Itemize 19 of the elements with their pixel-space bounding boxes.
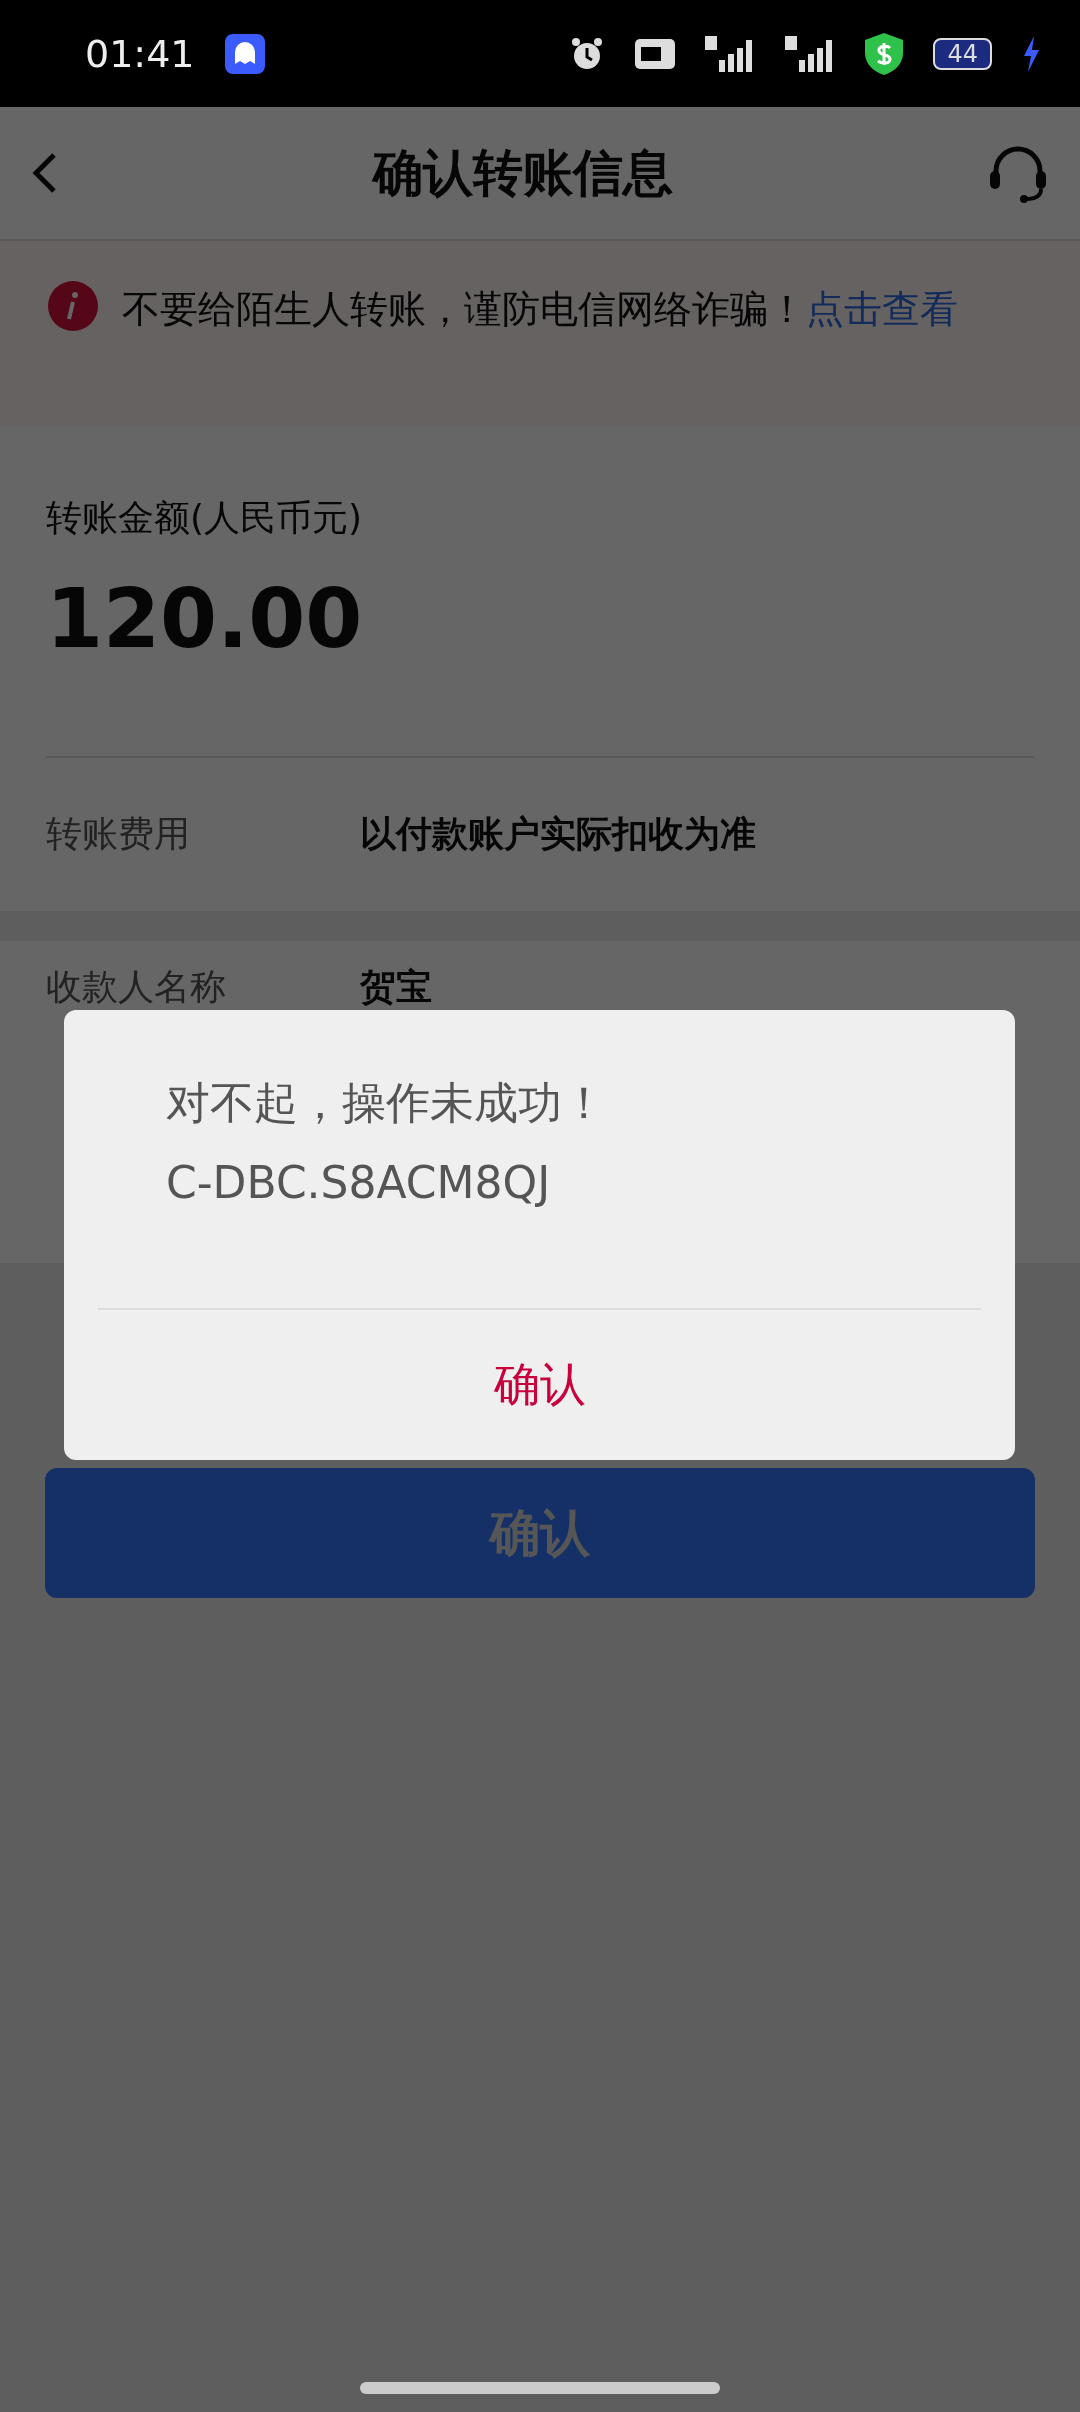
status-time: 01:41 [85, 31, 195, 76]
field-value: 贺宝 [360, 964, 432, 1009]
dialog-message: 对不起，操作未成功！ [166, 1076, 607, 1130]
field-label: 收款人名称 [46, 964, 227, 1009]
dialog-confirm-button[interactable]: 确认 [64, 1310, 1015, 1460]
fee-label: 转账费用 [46, 812, 191, 856]
view-link[interactable]: 点击查看 [806, 287, 958, 331]
charging-icon [1022, 35, 1040, 72]
amount-label: 转账金额(人民币元) [46, 496, 364, 540]
dialog-message: C-DBC.S8ACM8QJ [166, 1156, 552, 1210]
fee-value: 以付款账户实际扣收为准 [360, 812, 756, 856]
battery-level: 44 [933, 37, 992, 70]
amount-value: 120.00 [46, 570, 364, 668]
warning-text: 不要给陌生人转账，谨防电信网络诈骗！点击查看 [122, 286, 958, 333]
confirm-button[interactable]: 确认 [45, 1468, 1035, 1598]
shield-icon [865, 32, 904, 75]
ghost-app-icon [224, 33, 265, 74]
page-title: 确认转账信息 [373, 142, 673, 204]
info-icon [48, 281, 98, 331]
